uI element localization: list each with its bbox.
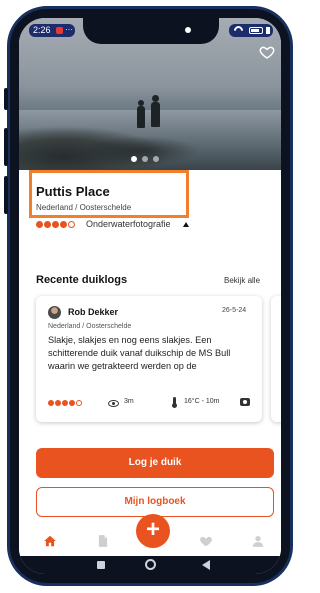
- phone-side-button: [4, 176, 8, 214]
- status-icons: [229, 24, 273, 37]
- divelog-date: 26-5-24: [222, 307, 247, 314]
- status-bar: 2:26 ···: [19, 18, 281, 40]
- battery-icon: [249, 27, 263, 34]
- divelog-rating: [48, 400, 82, 406]
- back-icon[interactable]: [202, 560, 210, 570]
- tab-home[interactable]: [43, 534, 57, 548]
- avatar: [48, 306, 61, 319]
- rating-circle-filled: [60, 221, 67, 228]
- recent-apps-icon[interactable]: [97, 561, 105, 569]
- profile-icon: [252, 536, 264, 547]
- thermometer-icon: [172, 397, 177, 408]
- android-nav-bar: [19, 556, 281, 574]
- page-dot[interactable]: [153, 156, 159, 162]
- home-nav-icon[interactable]: [145, 559, 156, 570]
- tab-documents[interactable]: [96, 534, 110, 548]
- notification-icon: [56, 27, 63, 34]
- diver-figure: [137, 106, 145, 128]
- recent-divelogs-title: Recente duiklogs: [36, 274, 128, 286]
- tab-profile[interactable]: [251, 534, 265, 548]
- see-all-link[interactable]: Bekijk alle: [224, 276, 260, 285]
- page-dot[interactable]: [142, 156, 148, 162]
- my-logbook-button[interactable]: Mijn logboek: [36, 487, 274, 517]
- rating-circle-empty: [68, 221, 75, 228]
- rating-circle-filled: [36, 221, 43, 228]
- signal-icon: [266, 27, 270, 34]
- gallery-page-indicator: [131, 156, 171, 162]
- rating-category[interactable]: Onderwaterfotografie: [86, 219, 171, 229]
- divelog-visibility: 3m: [124, 398, 134, 405]
- add-dive-plus-icon[interactable]: +: [136, 514, 170, 548]
- rating-circle-filled: [52, 221, 59, 228]
- caret-up-icon[interactable]: [183, 222, 189, 227]
- site-rating: [36, 221, 75, 228]
- site-name: Puttis Place: [36, 184, 110, 199]
- phone-side-button: [4, 88, 8, 110]
- page-dot[interactable]: [131, 156, 137, 162]
- divelog-author: Rob Dekker: [68, 307, 119, 317]
- wifi-icon: [232, 24, 245, 37]
- divelog-text: Slakje, slakjes en nog eens slakjes. Een…: [48, 335, 231, 371]
- home-icon: [44, 535, 56, 547]
- log-dive-button[interactable]: Log je duik: [36, 448, 274, 478]
- app-screen: 2:26 ··· Puttis Place Nederland / Ooster…: [19, 18, 281, 574]
- eye-icon: [108, 400, 119, 407]
- divelog-card[interactable]: Rob Dekker 26-5-24 Nederland / Oostersch…: [36, 296, 262, 422]
- tab-favorites[interactable]: [199, 534, 213, 548]
- favorite-heart-outline-icon[interactable]: [259, 44, 275, 60]
- phone-side-button: [4, 128, 8, 166]
- more-notifications: ···: [65, 25, 73, 34]
- camera-icon: [240, 398, 250, 406]
- rating-circle-filled: [44, 221, 51, 228]
- site-location: Nederland / Oosterschelde: [36, 203, 132, 212]
- document-icon: [98, 535, 108, 547]
- divelog-temp-depth: 16°C - 10m: [184, 398, 220, 405]
- heart-icon: [200, 536, 212, 547]
- divelog-location: Nederland / Oosterschelde: [48, 323, 132, 330]
- diver-figure: [151, 102, 160, 127]
- next-divelog-card[interactable]: [271, 296, 281, 422]
